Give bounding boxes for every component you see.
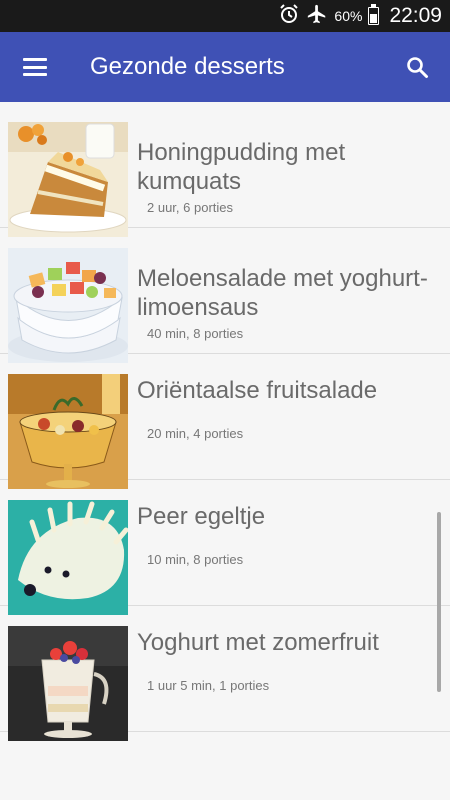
status-icons: 60% 22:09 [278, 0, 442, 32]
fruit-salad-photo [8, 374, 128, 489]
search-button[interactable] [396, 46, 438, 88]
list-item[interactable]: Yoghurt met zomerfruit 1 uur 5 min, 1 po… [0, 606, 450, 741]
melon-salad-photo [8, 248, 128, 363]
airplane-mode-icon [306, 3, 328, 30]
recipe-title: Honingpudding met kumquats [137, 139, 346, 195]
recipe-meta: 2 uur, 6 porties [147, 200, 233, 215]
status-bar: 60% 22:09 [0, 0, 450, 32]
app-bar: Gezonde desserts [0, 32, 450, 102]
yoghurt-fruit-photo [8, 626, 128, 741]
list-item[interactable]: Peer egeltje 10 min, 8 porties [0, 480, 450, 615]
scrollbar[interactable] [437, 512, 441, 692]
list-item[interactable]: Oriëntaalse fruitsalade 20 min, 4 portie… [0, 354, 450, 489]
recipe-title: Meloensalade met yoghurt-limoensaus [137, 265, 428, 321]
recipe-meta: 10 min, 8 porties [147, 552, 244, 567]
honey-pudding-photo [8, 122, 128, 237]
recipe-list[interactable]: Honingpudding met kumquats 2 uur, 6 port… [0, 102, 450, 800]
clock: 22:09 [389, 4, 442, 27]
list-item[interactable]: Honingpudding met kumquats 2 uur, 6 port… [0, 102, 450, 237]
recipe-title: Peer egeltje [137, 503, 266, 530]
search-icon [407, 57, 428, 78]
hamburger-menu-icon [23, 58, 47, 76]
list-item[interactable]: Meloensalade met yoghurt-limoensaus 40 m… [0, 228, 450, 363]
battery-percent: 60% [334, 8, 363, 24]
recipe-meta: 40 min, 8 porties [147, 326, 244, 341]
battery-icon [368, 4, 380, 25]
pear-hedgehog-photo [8, 500, 128, 615]
recipe-title: Oriëntaalse fruitsalade [137, 377, 378, 404]
recipe-meta: 20 min, 4 porties [147, 426, 244, 441]
recipe-meta: 1 uur 5 min, 1 porties [147, 678, 270, 693]
page-title: Gezonde desserts [90, 53, 285, 80]
menu-button[interactable] [14, 46, 56, 88]
alarm-clock-icon [278, 3, 300, 30]
recipe-title: Yoghurt met zomerfruit [137, 629, 379, 656]
